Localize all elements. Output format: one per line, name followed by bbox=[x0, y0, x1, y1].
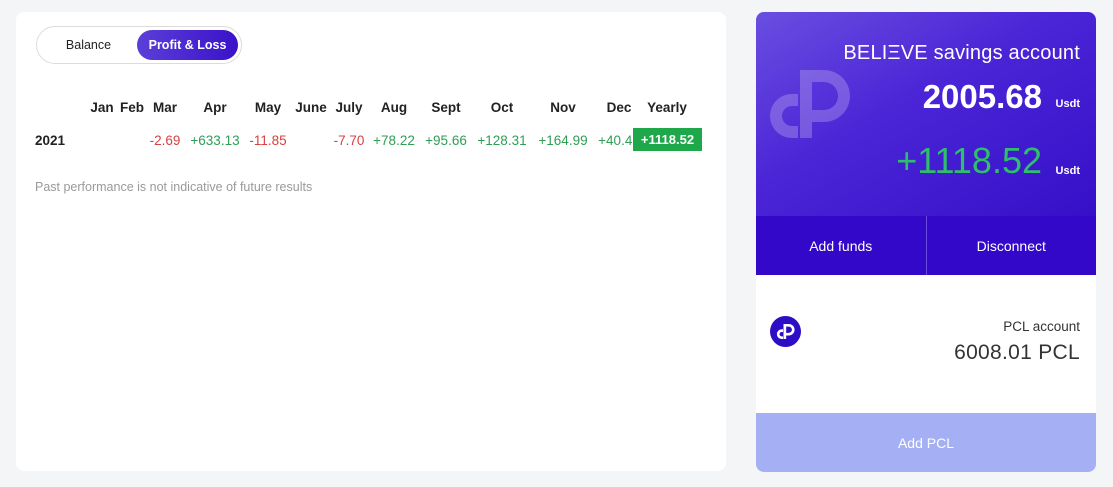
value-july: -7.70 bbox=[333, 133, 365, 148]
disconnect-button[interactable]: Disconnect bbox=[927, 216, 1097, 275]
value-may: -11.85 bbox=[249, 133, 287, 148]
savings-balance: 2005.68 bbox=[922, 78, 1042, 115]
value-apr: +633.13 bbox=[190, 133, 240, 148]
header-oct: Oct bbox=[490, 100, 514, 115]
yearly-total-badge: +1118.52 bbox=[633, 128, 702, 151]
header-jan: Jan bbox=[90, 100, 114, 115]
header-feb: Feb bbox=[119, 100, 145, 115]
header-sept: Sept bbox=[431, 100, 461, 115]
add-pcl-button[interactable]: Add PCL bbox=[756, 413, 1096, 472]
row-year: 2021 bbox=[35, 133, 66, 148]
account-actions: Add funds Disconnect bbox=[756, 216, 1096, 275]
value-nov: +164.99 bbox=[538, 133, 588, 148]
savings-account-title: BELIΞVE savings account bbox=[843, 42, 1080, 64]
performance-disclaimer: Past performance is not indicative of fu… bbox=[35, 180, 313, 194]
value-mar: -2.69 bbox=[149, 133, 181, 148]
header-july: July bbox=[335, 100, 363, 115]
value-sept: +95.66 bbox=[425, 133, 467, 148]
header-aug: Aug bbox=[380, 100, 408, 115]
value-aug: +78.22 bbox=[373, 133, 415, 148]
add-funds-button[interactable]: Add funds bbox=[756, 216, 927, 275]
header-may: May bbox=[254, 100, 282, 115]
header-apr: Apr bbox=[203, 100, 227, 115]
pcl-balance: 6008.01 PCL bbox=[954, 341, 1080, 364]
header-yearly: Yearly bbox=[647, 100, 687, 115]
account-card: BELIΞVE savings account 2005.68 Usdt +11… bbox=[756, 12, 1096, 472]
savings-panel: BELIΞVE savings account 2005.68 Usdt +11… bbox=[756, 12, 1096, 216]
believe-logo-icon bbox=[770, 70, 850, 138]
profit-loss-card: Balance Profit & Loss Jan Feb Mar Apr Ma… bbox=[16, 12, 726, 471]
pnl-unit: Usdt bbox=[1055, 165, 1080, 177]
header-mar: Mar bbox=[152, 100, 178, 115]
pcl-account-section: PCL account 6008.01 PCL bbox=[756, 275, 1096, 413]
believe-logo-icon bbox=[770, 316, 801, 347]
value-oct: +128.31 bbox=[477, 133, 527, 148]
balance-unit: Usdt bbox=[1055, 98, 1080, 110]
header-nov: Nov bbox=[550, 100, 576, 115]
header-june: June bbox=[295, 100, 327, 115]
savings-pnl: +1118.52 bbox=[896, 140, 1042, 181]
pcl-account-label: PCL account bbox=[1003, 319, 1080, 334]
header-dec: Dec bbox=[606, 100, 632, 115]
